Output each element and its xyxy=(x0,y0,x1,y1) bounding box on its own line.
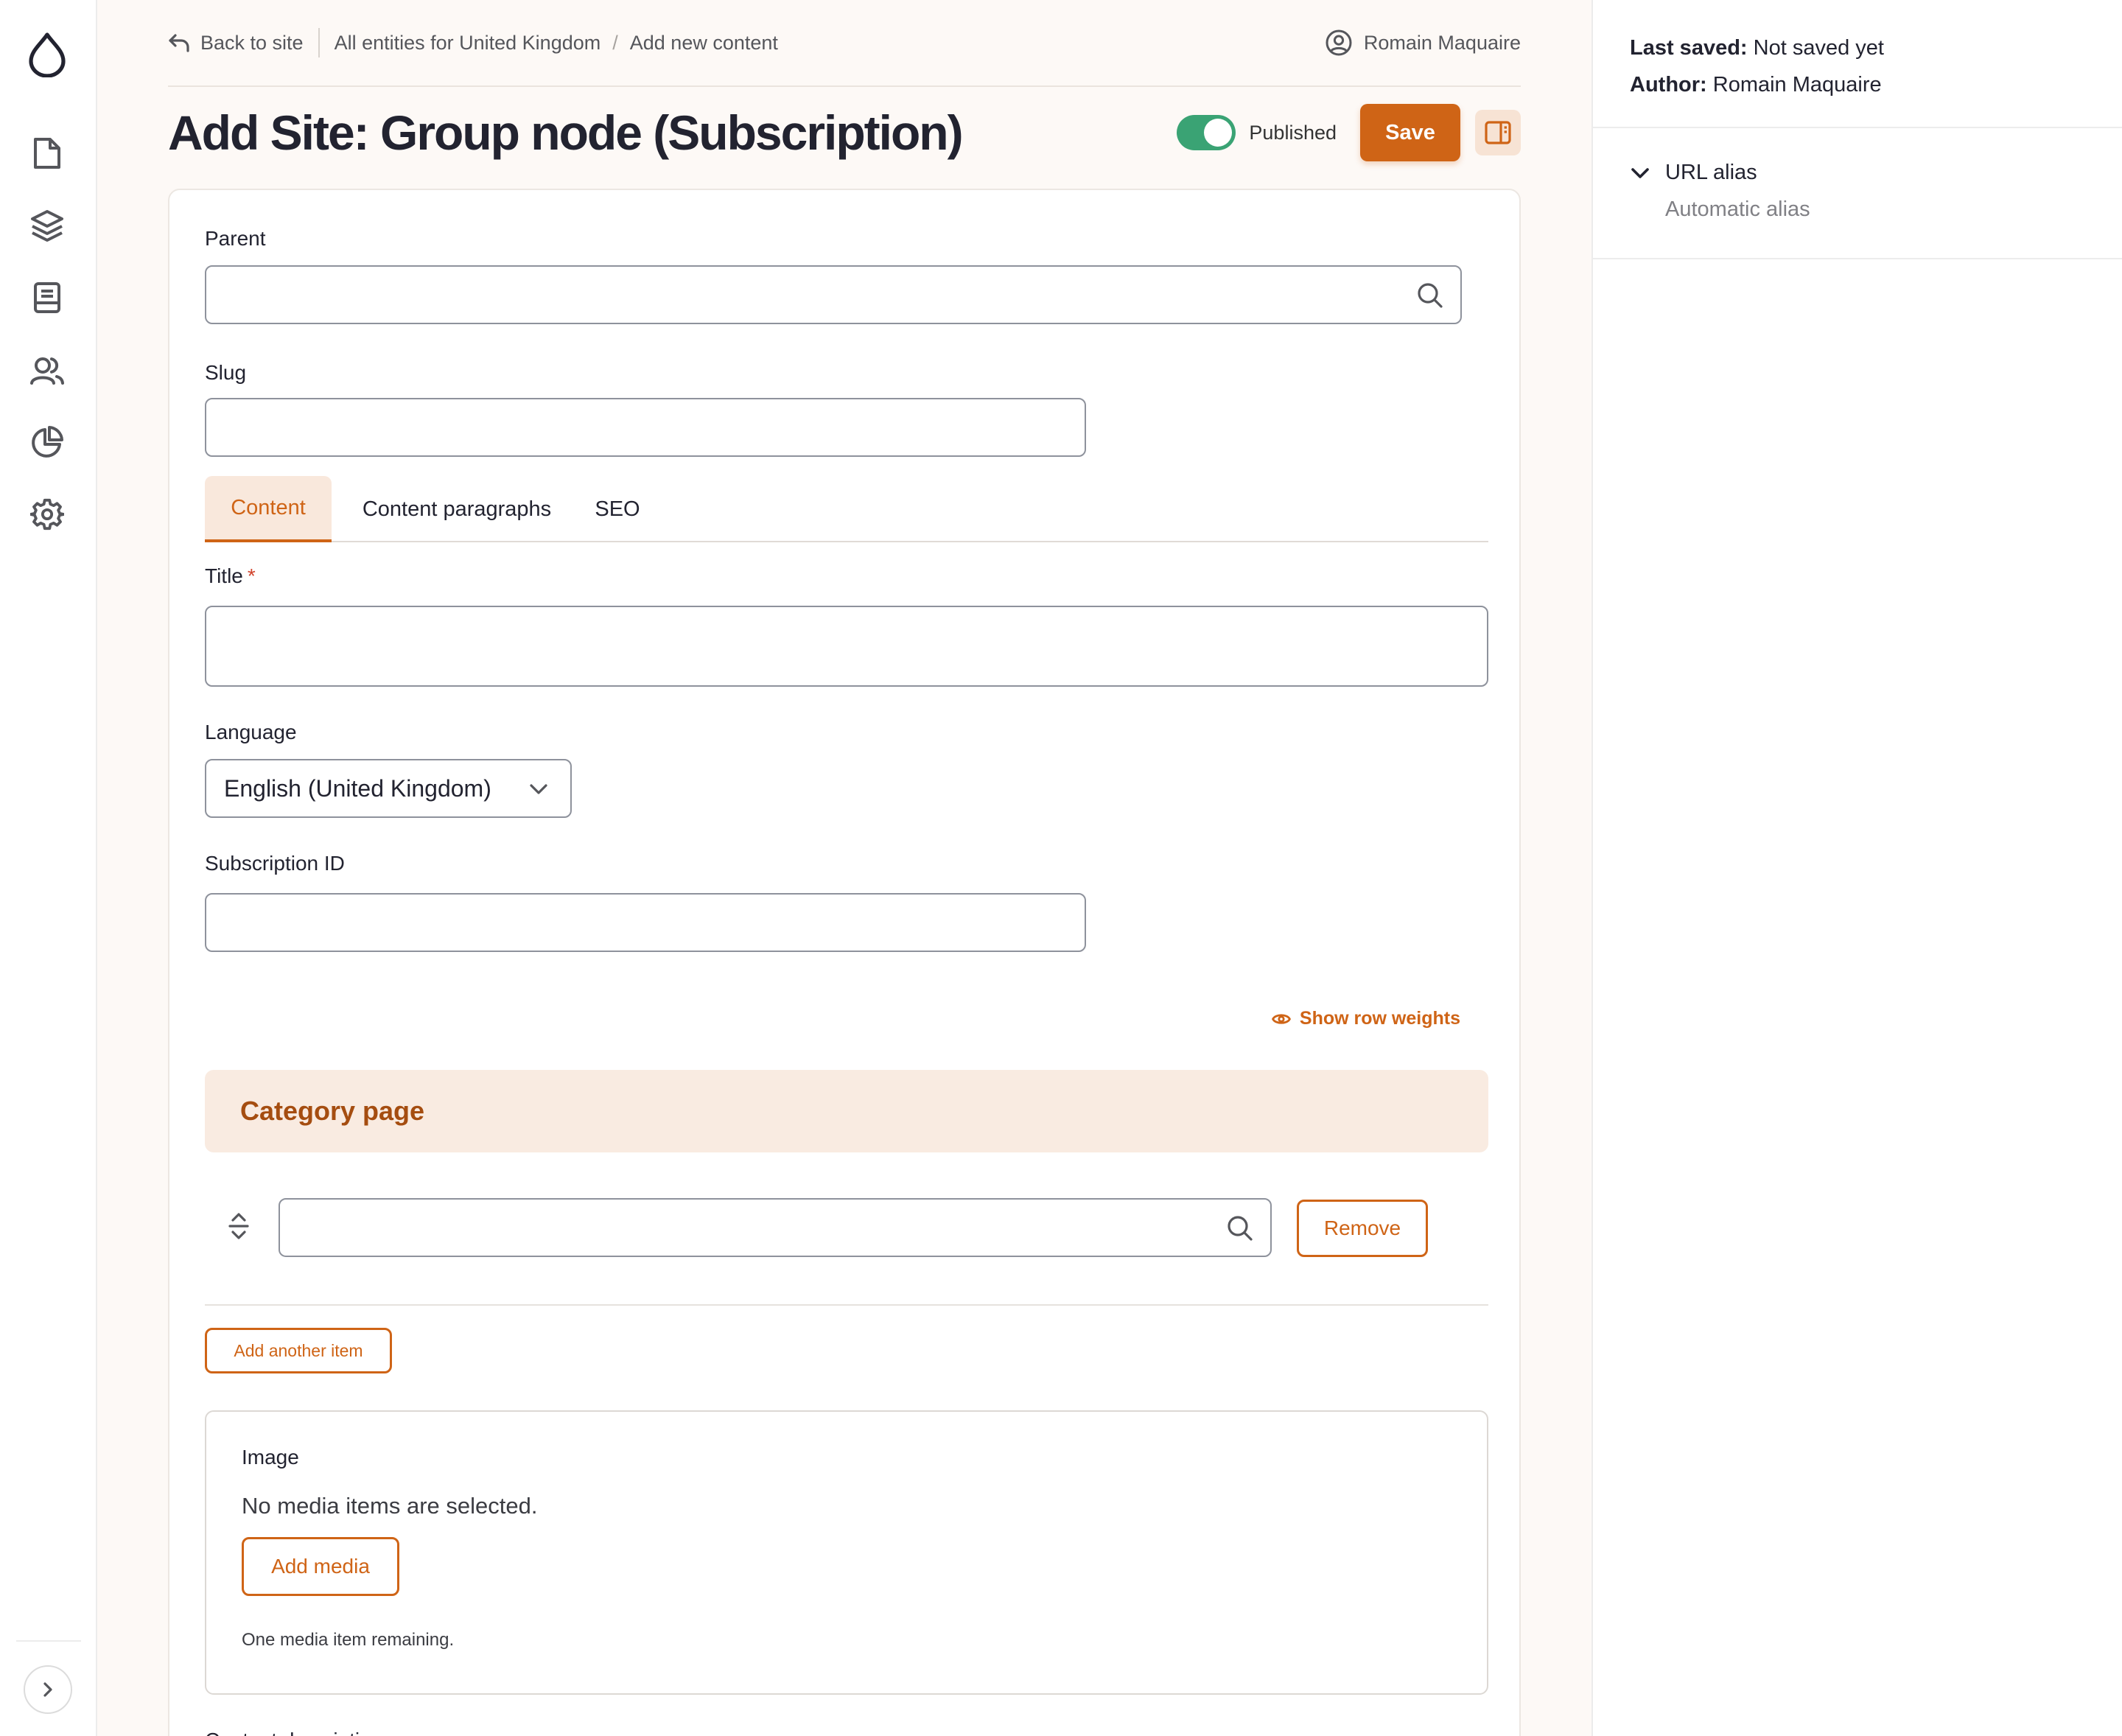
user-menu[interactable]: Romain Maquaire xyxy=(1326,29,1521,56)
slug-label: Slug xyxy=(205,361,247,384)
drag-handle-icon[interactable] xyxy=(225,1211,252,1245)
category-divider xyxy=(205,1304,1488,1306)
back-to-site-link[interactable]: Back to site xyxy=(168,28,320,57)
show-row-weights-label: Show row weights xyxy=(1299,1008,1460,1029)
chevron-right-icon xyxy=(43,1682,52,1697)
published-label: Published xyxy=(1249,121,1337,144)
show-row-weights-link[interactable]: Show row weights xyxy=(1271,1008,1460,1029)
reports-icon[interactable] xyxy=(25,420,69,464)
no-media-text: No media items are selected. xyxy=(242,1493,538,1519)
url-alias-label: URL alias xyxy=(1665,161,1757,184)
tab-seo[interactable]: SEO xyxy=(582,476,653,542)
title-actions: Published Save xyxy=(1177,104,1521,161)
content-icon[interactable] xyxy=(25,131,69,175)
url-alias-value: Automatic alias xyxy=(1665,197,1810,221)
people-icon[interactable] xyxy=(25,348,69,392)
user-name: Romain Maquaire xyxy=(1363,31,1521,54)
language-selected-value: English (United Kingdom) xyxy=(224,774,491,802)
parent-input[interactable] xyxy=(205,265,1462,324)
sidebar-panel-icon xyxy=(1485,121,1511,144)
author-value: Romain Maquaire xyxy=(1712,73,1882,97)
structure-icon[interactable] xyxy=(25,203,69,248)
image-label: Image xyxy=(242,1446,299,1469)
slug-input[interactable] xyxy=(205,398,1086,457)
back-to-site-label: Back to site xyxy=(200,31,304,54)
subscription-id-input[interactable] xyxy=(205,893,1086,952)
language-select[interactable]: English (United Kingdom) xyxy=(205,759,572,818)
breadcrumb: All entities for United Kingdom / Add ne… xyxy=(320,32,778,55)
search-icon xyxy=(1228,1216,1253,1241)
required-mark: * xyxy=(247,564,256,587)
sidebar-divider xyxy=(1593,258,2122,259)
title-bar: Add Site: Group node (Subscription) Publ… xyxy=(168,94,1521,171)
form-tabs: Content Content paragraphs SEO xyxy=(205,476,1488,542)
save-button[interactable]: Save xyxy=(1360,104,1460,161)
chevron-down-icon xyxy=(530,784,547,794)
title-label: Title * xyxy=(205,564,256,588)
back-arrow-icon xyxy=(169,34,189,52)
tab-content-paragraphs[interactable]: Content paragraphs xyxy=(332,476,582,542)
sidebar-divider xyxy=(1593,127,2122,128)
content-description-label: Content description xyxy=(205,1729,382,1736)
chevron-down-icon xyxy=(1631,167,1649,178)
toolbar-divider xyxy=(16,1640,81,1642)
language-label: Language xyxy=(205,721,297,743)
category-page-header: Category page xyxy=(205,1070,1488,1152)
last-saved-key: Last saved: xyxy=(1630,36,1748,60)
last-saved: Last saved: Not saved yet xyxy=(1630,29,1884,66)
form-card: Parent Slug Content Content paragraphs S… xyxy=(168,189,1521,1736)
subscription-id-label: Subscription ID xyxy=(205,852,345,875)
media-remaining-text: One media item remaining. xyxy=(242,1630,455,1650)
book-icon[interactable] xyxy=(25,276,69,320)
breadcrumb-separator: / xyxy=(612,31,618,54)
settings-icon[interactable] xyxy=(25,492,69,536)
last-saved-value: Not saved yet xyxy=(1753,36,1884,60)
sidebar-toggle-button[interactable] xyxy=(1475,110,1521,155)
main-area: Back to site All entities for United Kin… xyxy=(97,0,1592,1736)
user-circle-icon xyxy=(1326,29,1352,56)
url-alias-toggle[interactable]: URL alias xyxy=(1630,161,1757,185)
page-title: Add Site: Group node (Subscription) xyxy=(168,105,964,160)
parent-label: Parent xyxy=(205,227,266,250)
remove-button[interactable]: Remove xyxy=(1297,1200,1428,1257)
drupal-logo-icon[interactable] xyxy=(25,32,69,77)
category-page-input[interactable] xyxy=(279,1198,1272,1257)
tab-content[interactable]: Content xyxy=(205,476,332,542)
search-icon xyxy=(1418,283,1443,308)
title-label-text: Title xyxy=(205,564,243,587)
add-media-button[interactable]: Add media xyxy=(242,1537,399,1596)
top-bar: Back to site All entities for United Kin… xyxy=(168,0,1521,87)
breadcrumb-item-current: Add new content xyxy=(629,31,778,54)
title-input[interactable] xyxy=(205,606,1488,687)
add-another-item-button[interactable]: Add another item xyxy=(205,1328,392,1373)
author-key: Author: xyxy=(1630,73,1707,97)
author: Author: Romain Maquaire xyxy=(1630,66,1884,103)
expand-toolbar-button[interactable] xyxy=(24,1665,72,1714)
image-field: Image No media items are selected. Add m… xyxy=(205,1410,1488,1695)
meta-sidebar: Last saved: Not saved yet Author: Romain… xyxy=(1592,0,2122,1736)
breadcrumb-item-entities[interactable]: All entities for United Kingdom xyxy=(335,32,601,55)
save-meta: Last saved: Not saved yet Author: Romain… xyxy=(1630,29,1884,103)
admin-toolbar xyxy=(0,0,97,1736)
published-toggle[interactable] xyxy=(1177,115,1236,150)
eye-icon xyxy=(1271,1013,1291,1024)
